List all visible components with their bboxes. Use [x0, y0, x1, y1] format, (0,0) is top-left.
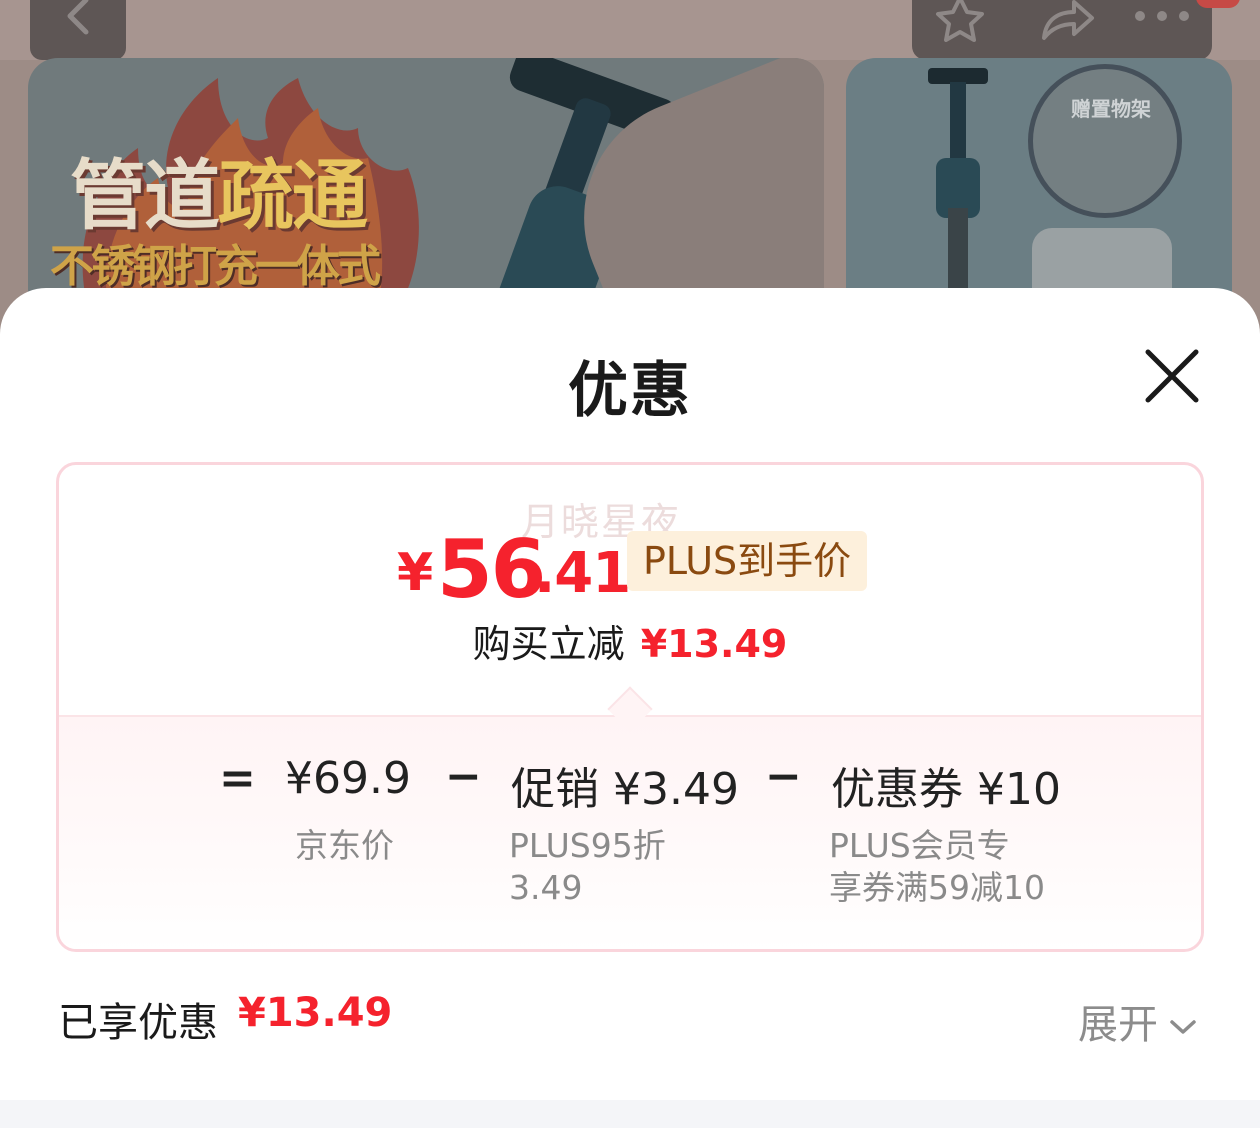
price-formula: = ¥69.9 − 促销 ¥3.49 − 优惠券 ¥10 京东价 PLUS95折…	[59, 747, 1201, 907]
coupon-value: 优惠券 ¥10	[831, 764, 1061, 815]
close-icon[interactable]	[1140, 344, 1204, 408]
promo-title: 管道疏通	[70, 151, 368, 240]
more-icon[interactable]	[1130, 0, 1194, 42]
back-icon	[67, 0, 89, 35]
expand-label: 展开	[1078, 1002, 1158, 1048]
jd-price-value: ¥69.9	[285, 753, 411, 804]
top-actions	[912, 0, 1212, 60]
promo-value: 促销 ¥3.49	[511, 764, 739, 815]
footer-strip	[0, 1100, 1260, 1128]
jd-price-label: 京东价	[295, 826, 394, 865]
plus-price-tag: PLUS到手价	[627, 531, 868, 591]
back-button[interactable]	[30, 0, 126, 60]
price-decimal: .41	[534, 541, 631, 606]
price-integer: 56	[437, 523, 546, 616]
gift-label: 赠置物架	[1071, 97, 1151, 121]
minus-sign-1: −	[445, 751, 482, 802]
instant-discount-label: 购买立减	[472, 622, 625, 666]
instant-discount-row: 购买立减 ¥13.49	[59, 613, 1201, 668]
chevron-down-icon	[1170, 1020, 1196, 1034]
promo-subtitle: 不锈钢打充一体式	[50, 241, 381, 292]
price-breakdown-card: 月晓星夜 ¥ 56 .41 PLUS到手价 购买立减 ¥13.49 = ¥69.9…	[56, 462, 1204, 952]
instant-discount-value: ¥13.49	[640, 622, 788, 666]
gift-badge: 赠置物架	[1028, 64, 1182, 218]
sheet-title: 优惠	[568, 356, 692, 426]
final-price-row: ¥ 56 .41 PLUS到手价	[59, 523, 1201, 616]
share-icon[interactable]	[1036, 0, 1096, 42]
price-currency: ¥	[397, 543, 434, 603]
equals-sign: =	[219, 753, 256, 804]
coupon-note: PLUS会员专 享券满59减10	[829, 826, 1045, 907]
star-icon[interactable]	[930, 0, 990, 42]
discount-sheet: 优惠 月晓星夜 ¥ 56 .41 PLUS到手价 购买立减 ¥13.49 = ¥6…	[0, 288, 1260, 1128]
minus-sign-2: −	[765, 751, 802, 802]
enjoyed-discount-value: ¥13.49	[238, 990, 393, 1036]
promo-note: PLUS95折 3.49	[509, 826, 666, 907]
enjoyed-discount-label: 已享优惠	[58, 1000, 218, 1046]
expand-button[interactable]: 展开	[1078, 992, 1198, 1050]
notification-badge	[1196, 0, 1240, 8]
